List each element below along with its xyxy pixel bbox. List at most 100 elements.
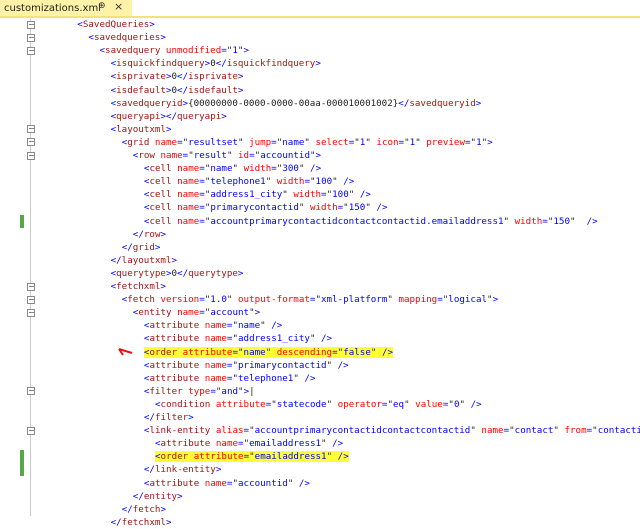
code-line[interactable]: <attribute name="telephone1" />	[144, 372, 316, 385]
code-token: "	[298, 163, 311, 175]
change-indicator	[20, 450, 24, 464]
code-line[interactable]: <layoutxml>	[111, 123, 172, 136]
collapse-icon[interactable]	[27, 426, 35, 435]
code-line[interactable]: </fetchxml>	[111, 516, 172, 529]
code-line[interactable]: </fetch>	[122, 503, 166, 516]
collapse-icon[interactable]	[27, 151, 35, 160]
code-line[interactable]: </entity>	[133, 490, 183, 503]
code-line[interactable]: <isprivate>0</isprivate>	[111, 70, 244, 83]
collapse-icon[interactable]	[27, 308, 35, 317]
change-indicator	[20, 214, 24, 228]
code-line[interactable]: <attribute name="name" />	[144, 319, 282, 332]
code-line[interactable]: <cell name="primarycontactid" width="150…	[144, 201, 388, 214]
code-token: name	[243, 346, 266, 358]
code-token: name	[204, 320, 227, 332]
code-line[interactable]: <row name="result" id="accountid">	[133, 149, 321, 162]
code-line[interactable]: <cell name="telephone1" width="100" />	[144, 175, 354, 188]
code-token: </	[121, 241, 133, 253]
code-token: cell	[149, 202, 172, 214]
code-line[interactable]: <querytype>0</querytype>	[111, 267, 244, 280]
code-token: name	[204, 477, 227, 489]
code-line[interactable]: <grid name="resultset" jump="name" selec…	[122, 136, 493, 149]
code-token: >	[154, 241, 161, 253]
code-line[interactable]: <attribute name="address1_city" />	[144, 332, 332, 345]
code-token: cell	[149, 189, 172, 201]
code-token: name	[204, 359, 227, 371]
code-token: </	[177, 267, 189, 279]
code-line[interactable]: <savedquery unmodified="1">	[100, 44, 249, 57]
code-line[interactable]: <attribute name="emailaddress1" />	[155, 437, 343, 450]
code-token: eq	[393, 398, 405, 410]
code-token: >	[237, 84, 244, 96]
code-token: jump	[249, 136, 272, 148]
code-line[interactable]: <attribute name="primarycontactid" />	[144, 359, 349, 372]
code-line[interactable]: <cell name="accountprimarycontactidconta…	[144, 215, 598, 228]
code-line[interactable]: <link-entity alias="accountprimarycontac…	[144, 424, 640, 437]
code-token: name	[177, 307, 200, 319]
code-line[interactable]: </row>	[133, 228, 166, 241]
code-token: emailaddress1	[249, 438, 322, 450]
code-token: "	[404, 398, 416, 410]
highlighted-code: <order attribute="emailaddress1" />	[155, 451, 349, 463]
code-token: attribute	[149, 320, 200, 332]
collapse-icon[interactable]	[27, 33, 35, 42]
collapse-icon[interactable]	[27, 125, 35, 134]
collapse-icon[interactable]	[27, 295, 35, 304]
pin-icon[interactable]: ⊕	[98, 1, 106, 11]
code-token: row	[138, 150, 155, 161]
code-line[interactable]: <fetch version="1.0" output-format="xml-…	[122, 293, 498, 306]
collapse-icon[interactable]	[27, 46, 35, 55]
code-token: savedquery	[105, 45, 161, 57]
code-token: "	[415, 136, 427, 148]
code-token: primarycontactid	[210, 202, 299, 214]
code-token: >	[237, 267, 244, 279]
code-token: "	[387, 294, 399, 306]
code-line[interactable]: </link-entity>	[144, 463, 221, 476]
code-line[interactable]: </grid>	[122, 241, 161, 254]
code-line[interactable]: <savedqueryid>{00000000-0000-0000-00aa-0…	[111, 97, 482, 110]
code-token: 100	[332, 189, 349, 201]
code-line[interactable]: <entity name="account">	[133, 306, 260, 319]
code-line[interactable]: <isquickfindquery>0</isquickfindquery>	[111, 57, 321, 70]
code-line[interactable]: <cell name="address1_city" width="100" /…	[144, 188, 371, 201]
red-arrow-annotation	[118, 347, 133, 356]
code-line[interactable]: <filter type="and">|	[144, 385, 255, 398]
collapse-icon[interactable]	[27, 282, 35, 291]
collapse-icon[interactable]	[27, 387, 35, 396]
code-line[interactable]: <isdefault>0</isdefault>	[111, 84, 244, 97]
xml-editor[interactable]: <SavedQueries> <savedqueries> <savedquery …	[0, 18, 640, 528]
close-icon[interactable]: ×	[114, 0, 123, 13]
code-line[interactable]: <order attribute="emailaddress1" />	[155, 450, 349, 463]
code-token: name	[282, 136, 305, 148]
code-line[interactable]: <cell name="name" width="300" />	[144, 162, 321, 175]
code-token: />	[298, 477, 310, 489]
collapse-icon[interactable]	[27, 20, 35, 29]
code-token: contacti	[597, 425, 640, 437]
code-line[interactable]: </filter>	[144, 411, 194, 424]
code-token: descending	[276, 346, 333, 358]
code-token: telephone1	[238, 372, 294, 384]
code-line[interactable]: <attribute name="accountid" />	[144, 477, 310, 490]
code-token: from	[564, 425, 587, 437]
code-line[interactable]: </layoutxml>	[111, 254, 177, 267]
code-token: />	[310, 163, 322, 175]
code-token: >	[160, 281, 166, 292]
collapse-icon[interactable]	[27, 138, 35, 147]
code-token: name	[177, 176, 200, 188]
code-line[interactable]: <order attribute="name" descending="fals…	[143, 346, 394, 359]
code-token: >	[160, 228, 167, 240]
code-token: link-entity	[149, 425, 211, 437]
code-token: >	[243, 45, 249, 57]
code-line[interactable]: <SavedQueries>	[77, 18, 154, 31]
code-token: xml-platform	[320, 294, 388, 306]
code-line[interactable]: <savedqueries>	[88, 31, 165, 44]
code-token: entity	[143, 490, 178, 502]
code-token: isprivate	[116, 71, 166, 83]
code-token: >	[149, 19, 155, 30]
code-line[interactable]: <queryapi></queryapi>	[111, 110, 227, 123]
document-tab[interactable]: customizations.xml ⊕ ×	[0, 0, 132, 16]
code-line[interactable]: <fetchxml>	[111, 280, 166, 293]
code-token: width	[293, 189, 322, 201]
code-line[interactable]: <condition attribute="statecode" operato…	[155, 398, 482, 411]
code-token: />	[343, 176, 355, 188]
